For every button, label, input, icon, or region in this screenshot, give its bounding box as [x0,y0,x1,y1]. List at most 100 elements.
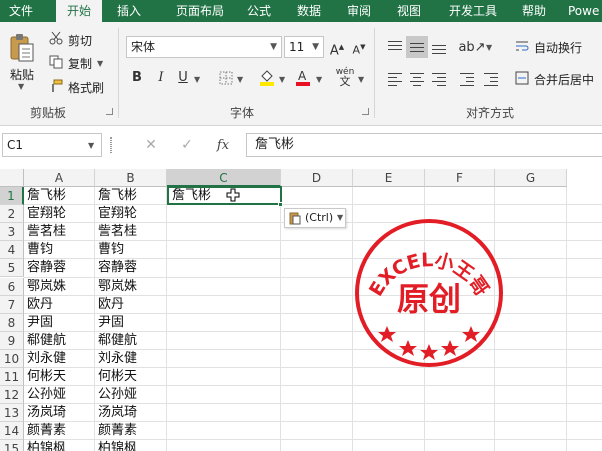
borders-dropdown-icon[interactable]: ▼ [237,75,243,84]
row-header-8[interactable]: 8 [0,313,24,332]
align-left-button[interactable] [384,68,406,90]
select-all-corner[interactable] [0,169,24,187]
cell-a1[interactable]: 詹飞彬 [24,187,66,205]
cell-b13[interactable]: 汤岚琦 [95,404,137,422]
row-header-12[interactable]: 12 [0,386,24,405]
cell-a8[interactable]: 尹固 [24,314,53,332]
row-header-14[interactable]: 14 [0,422,24,441]
formula-input[interactable]: 詹飞彬 [246,133,602,157]
font-size-combo[interactable]: 11 ▼ [284,36,324,58]
column-header-f[interactable]: F [425,169,495,187]
grow-font-button[interactable]: A▲ [328,37,346,58]
cancel-icon[interactable]: ✕ [140,135,162,155]
increase-indent-button[interactable] [480,68,502,90]
underline-button[interactable]: U [174,68,192,88]
decrease-indent-button[interactable] [456,68,478,90]
row-header-5[interactable]: 5 [0,259,24,278]
cell-b14[interactable]: 颜菁素 [95,422,137,440]
name-box-dropdown-icon[interactable]: ▼ [88,141,94,150]
cell-b15[interactable]: 柏锦枫 [95,440,137,451]
row-header-4[interactable]: 4 [0,241,24,260]
font-name-dropdown-icon[interactable]: ▼ [270,37,277,57]
row-header-3[interactable]: 3 [0,223,24,242]
tab-view[interactable]: 视图 [386,0,432,22]
row-header-15[interactable]: 15 [0,440,24,451]
cell-a3[interactable]: 訾茗桂 [24,223,66,241]
fill-color-dropdown-icon[interactable]: ▼ [279,75,285,84]
column-header-a[interactable]: A [24,169,95,187]
row-header-13[interactable]: 13 [0,404,24,423]
tab-review[interactable]: 审阅 [336,0,382,22]
row-header-11[interactable]: 11 [0,368,24,386]
bold-button[interactable]: B [128,68,146,88]
tab-data[interactable]: 数据 [286,0,332,22]
align-middle-button[interactable] [406,36,428,58]
wrap-text-button[interactable]: 自动换行 [534,39,582,56]
cell-b6[interactable]: 鄂岚姝 [95,278,137,296]
row-header-1[interactable]: 1 [0,187,24,205]
tab-home[interactable]: 开始 [56,0,102,22]
row-header-2[interactable]: 2 [0,205,24,224]
row-header-7[interactable]: 7 [0,295,24,314]
font-color-icon[interactable]: A [294,68,312,86]
phonetic-dropdown-icon[interactable]: ▼ [358,75,364,84]
cell-b7[interactable]: 欧丹 [95,296,124,314]
cell-a15[interactable]: 柏锦枫 [24,440,66,451]
cell-a5[interactable]: 容静蓉 [24,259,66,277]
worksheet-grid[interactable]: A B C D E F G 1 2 3 4 5 6 7 8 9 10 11 12 13 14 15 詹飞彬 詹飞彬 宦翔轮 宦翔… [0,167,602,451]
copy-icon[interactable] [48,54,64,70]
tab-file[interactable]: 文件 [0,0,42,22]
scissors-icon[interactable] [48,30,64,46]
borders-icon[interactable] [218,70,234,86]
enter-icon[interactable]: ✓ [176,135,198,155]
row-header-10[interactable]: 10 [0,349,24,368]
font-name-combo[interactable]: 宋体 ▼ [126,36,282,58]
cell-b4[interactable]: 曹钧 [95,241,124,259]
align-center-button[interactable] [406,68,428,90]
italic-button[interactable]: I [152,68,170,88]
font-size-dropdown-icon[interactable]: ▼ [312,37,319,57]
fill-handle[interactable] [278,202,283,207]
phonetic-guide-icon[interactable]: wén 文 [334,66,356,88]
paste-button[interactable]: 粘贴 [10,66,34,83]
cell-a6[interactable]: 鄂岚姝 [24,278,66,296]
column-header-b[interactable]: B [95,169,167,187]
column-header-d[interactable]: D [281,169,353,187]
tab-page-layout[interactable]: 页面布局 [160,0,240,22]
cell-a14[interactable]: 颜菁素 [24,422,66,440]
align-right-button[interactable] [428,68,450,90]
cell-b5[interactable]: 容静蓉 [95,259,137,277]
tab-insert[interactable]: 插入 [106,0,152,22]
name-box[interactable]: C1 [2,133,102,157]
orientation-dropdown-icon[interactable]: ▼ [486,43,492,52]
cell-a10[interactable]: 刘永健 [24,350,66,368]
cell-b9[interactable]: 郗健航 [95,332,137,350]
tab-help[interactable]: 帮助 [512,0,556,22]
cell-b10[interactable]: 刘永健 [95,350,137,368]
column-header-g[interactable]: G [495,169,567,187]
cell-b11[interactable]: 何彬天 [95,368,137,386]
column-header-c[interactable]: C [167,169,281,187]
font-launcher-icon[interactable] [362,108,369,115]
cut-button[interactable]: 剪切 [68,32,92,49]
paste-icon[interactable] [8,32,36,64]
paste-dropdown-icon[interactable]: ▼ [18,82,24,91]
orientation-icon[interactable]: ab↗ [458,38,485,56]
underline-dropdown-icon[interactable]: ▼ [194,75,200,84]
insert-function-icon[interactable]: fx [212,135,234,155]
copy-button[interactable]: 复制 [68,55,92,72]
shrink-font-button[interactable]: A▼ [350,37,368,57]
cell-b8[interactable]: 尹固 [95,314,124,332]
paste-options-button[interactable]: (Ctrl) ▼ [284,208,346,228]
cell-a2[interactable]: 宦翔轮 [24,205,66,223]
cell-b3[interactable]: 訾茗桂 [95,223,137,241]
clipboard-launcher-icon[interactable] [106,108,113,115]
format-painter-button[interactable]: 格式刷 [68,79,104,96]
tab-developer[interactable]: 开发工具 [438,0,508,22]
cell-a9[interactable]: 郗健航 [24,332,66,350]
merge-center-button[interactable]: 合并后居中 [534,71,594,88]
row-header-6[interactable]: 6 [0,277,24,296]
cell-a7[interactable]: 欧丹 [24,296,53,314]
copy-dropdown-icon[interactable]: ▼ [97,59,103,68]
fill-color-icon[interactable] [258,68,276,86]
